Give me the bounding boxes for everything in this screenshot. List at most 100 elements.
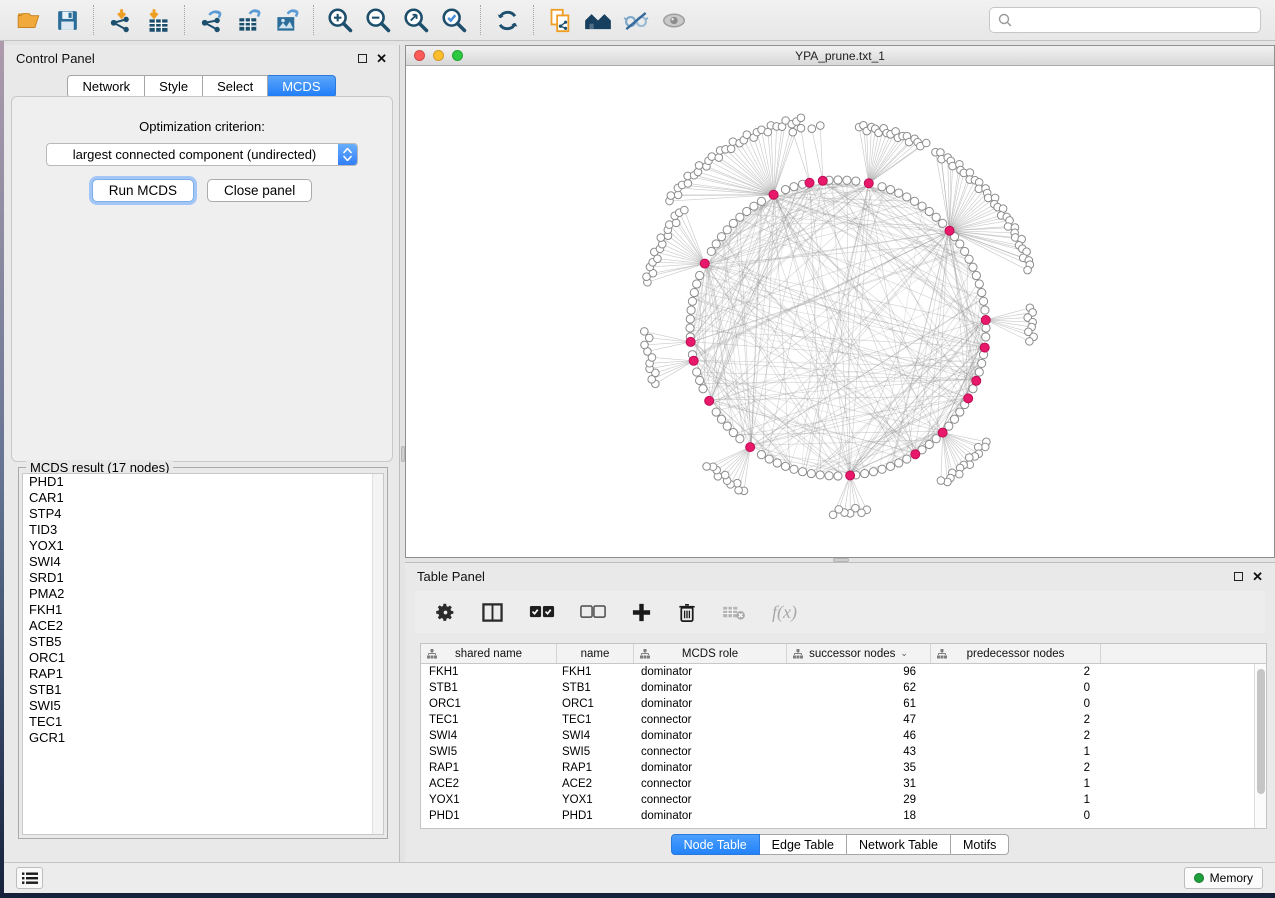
network-node[interactable] [982,333,990,341]
cell-name[interactable]: FKH1 [557,664,634,680]
network-node[interactable] [808,125,816,133]
network-node[interactable] [715,154,723,162]
mcds-result-item[interactable]: SWI4 [23,554,383,570]
network-node[interactable] [723,422,731,430]
network-node[interactable] [964,394,973,403]
network-node[interactable] [797,124,805,132]
export-image-button[interactable] [272,4,302,36]
optimization-criterion-select[interactable]: largest connected component (undirected) [46,143,358,166]
cell-shared_name[interactable]: FKH1 [421,664,557,680]
network-node[interactable] [982,324,990,332]
mcds-result-item[interactable]: CAR1 [23,490,383,506]
network-node[interactable] [818,176,827,185]
network-node[interactable] [645,334,653,342]
tab-style[interactable]: Style [145,75,203,98]
tab-network-table[interactable]: Network Table [847,834,951,855]
network-node[interactable] [699,385,707,393]
mcds-result-item[interactable]: RAP1 [23,666,383,682]
network-node[interactable] [861,469,869,477]
network-node[interactable] [910,197,918,205]
cell-mcds_role[interactable]: dominator [634,680,787,696]
network-node[interactable] [688,297,696,305]
network-node[interactable] [712,408,720,416]
cell-shared_name[interactable]: RAP1 [421,760,557,776]
mcds-result-item[interactable]: SRD1 [23,570,383,586]
network-node[interactable] [1026,338,1034,346]
cell-successor_nodes[interactable]: 35 [787,760,931,776]
tab-select[interactable]: Select [203,75,268,98]
network-node[interactable] [829,511,837,519]
table-row-FKH1[interactable]: FKH1FKH1dominator962 [421,664,1266,680]
network-node[interactable] [765,455,773,463]
cell-name[interactable]: TEC1 [557,712,634,728]
network-node[interactable] [686,315,694,323]
close-panel-icon[interactable]: ✕ [1252,572,1263,581]
network-node[interactable] [903,193,911,201]
network-node[interactable] [708,153,716,161]
network-node[interactable] [956,408,964,416]
cell-predecessor_nodes[interactable]: 2 [931,728,1101,744]
mcds-result-item[interactable]: ACE2 [23,618,383,634]
network-node[interactable] [790,465,798,473]
cell-mcds_role[interactable]: dominator [634,696,787,712]
network-node[interactable] [911,450,920,459]
network-node[interactable] [696,271,704,279]
mcds-result-item[interactable]: STB5 [23,634,383,650]
search-input[interactable] [1013,10,1260,30]
network-node[interactable] [790,183,798,191]
table-row-ACE2[interactable]: ACE2ACE2connector311 [421,776,1266,792]
network-node[interactable] [979,297,987,305]
network-node[interactable] [736,213,744,221]
network-node[interactable] [925,440,933,448]
cell-shared_name[interactable]: SWI4 [421,728,557,744]
network-node[interactable] [689,356,698,365]
network-node[interactable] [686,324,694,332]
network-node[interactable] [667,192,675,200]
cell-successor_nodes[interactable]: 61 [787,696,931,712]
cell-mcds_role[interactable]: dominator [634,664,787,680]
network-node[interactable] [886,462,894,470]
mcds-list-scrollbar[interactable] [372,474,383,834]
table-row-STB1[interactable]: STB1STB1dominator620 [421,680,1266,696]
cell-predecessor_nodes[interactable]: 1 [931,776,1101,792]
network-node[interactable] [773,459,781,467]
network-node[interactable] [816,471,824,479]
network-node[interactable] [965,454,973,462]
cell-successor_nodes[interactable]: 47 [787,712,931,728]
tab-network[interactable]: Network [67,75,145,98]
table-settings-button[interactable] [435,602,456,623]
network-node[interactable] [895,189,903,197]
table-row-TEC1[interactable]: TEC1TEC1connector472 [421,712,1266,728]
network-from-selection-button[interactable] [545,4,575,36]
network-node[interactable] [969,385,977,393]
open-file-button[interactable] [14,4,44,36]
tab-mcds[interactable]: MCDS [268,75,335,98]
network-node[interactable] [922,139,930,147]
network-node[interactable] [781,462,789,470]
zoom-in-button[interactable] [325,4,355,36]
network-node[interactable] [798,468,806,476]
network-node[interactable] [852,177,860,185]
import-network-button[interactable] [105,4,135,36]
network-node[interactable] [969,263,977,271]
network-node[interactable] [736,435,744,443]
network-node[interactable] [657,234,665,242]
cell-predecessor_nodes[interactable]: 2 [931,712,1101,728]
network-window-titlebar[interactable]: YPA_prune.txt_1 [406,46,1274,66]
network-node[interactable] [703,463,711,471]
column-visibility-button[interactable] [481,602,504,623]
network-node[interactable] [695,162,703,170]
table-row-SWI5[interactable]: SWI5SWI5connector431 [421,744,1266,760]
cell-predecessor_nodes[interactable]: 0 [931,696,1101,712]
mcds-result-item[interactable]: YOX1 [23,538,383,554]
cell-shared_name[interactable]: PHD1 [421,808,557,824]
column-header-successor-nodes[interactable]: successor nodes⌄ [787,644,931,663]
cell-successor_nodes[interactable]: 46 [787,728,931,744]
network-node[interactable] [700,259,709,268]
mcds-result-item[interactable]: ORC1 [23,650,383,666]
network-node[interactable] [743,207,751,215]
table-row-SWI4[interactable]: SWI4SWI4dominator462 [421,728,1266,744]
network-node[interactable] [846,471,855,480]
cell-shared_name[interactable]: SWI5 [421,744,557,760]
network-node[interactable] [956,240,964,248]
